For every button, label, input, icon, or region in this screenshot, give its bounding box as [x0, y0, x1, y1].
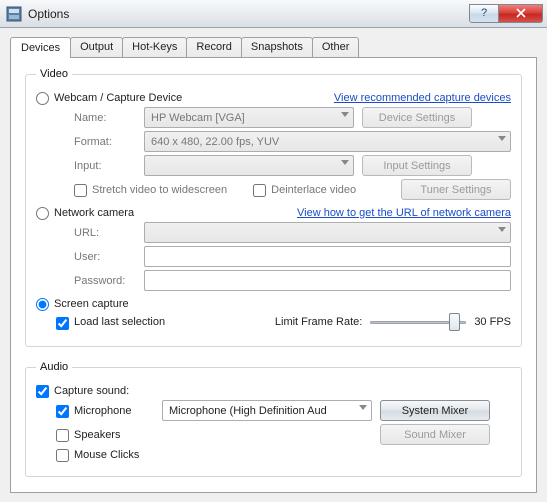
- window-title: Options: [28, 7, 469, 21]
- label-input: Input:: [74, 160, 144, 172]
- cb-stretch-label: Stretch video to widescreen: [92, 184, 227, 196]
- radio-network-camera-label: Network camera: [54, 207, 134, 219]
- group-video-legend: Video: [36, 68, 72, 80]
- cb-capture-sound-label: Capture sound:: [54, 385, 129, 397]
- chevron-down-icon: [341, 112, 349, 117]
- cb-speakers-label: Speakers: [74, 429, 162, 441]
- combo-format[interactable]: 640 x 480, 22.00 fps, YUV: [144, 131, 511, 152]
- label-limit-frame-rate: Limit Frame Rate:: [275, 316, 362, 328]
- client-area: Devices Output Hot-Keys Record Snapshots…: [0, 28, 547, 502]
- cb-microphone[interactable]: [56, 405, 69, 418]
- tab-record[interactable]: Record: [186, 37, 241, 58]
- fps-value: 30 FPS: [474, 316, 511, 328]
- radio-webcam-label: Webcam / Capture Device: [54, 92, 182, 104]
- cb-load-last-label: Load last selection: [74, 316, 165, 328]
- tab-devices[interactable]: Devices: [10, 37, 71, 58]
- cb-mouse-clicks-label: Mouse Clicks: [74, 449, 139, 461]
- app-icon: [6, 6, 22, 22]
- btn-sound-mixer[interactable]: Sound Mixer: [380, 424, 490, 445]
- combo-format-value: 640 x 480, 22.00 fps, YUV: [151, 136, 279, 148]
- chevron-down-icon: [341, 160, 349, 165]
- tab-panel-devices: Video Webcam / Capture Device View recom…: [10, 57, 537, 493]
- slider-thumb[interactable]: [449, 313, 460, 331]
- cb-microphone-label: Microphone: [74, 405, 162, 417]
- svg-text:?: ?: [481, 8, 487, 18]
- combo-webcam-name-value: HP Webcam [VGA]: [151, 112, 245, 124]
- chevron-down-icon: [498, 136, 506, 141]
- btn-device-settings[interactable]: Device Settings: [362, 107, 472, 128]
- combo-microphone[interactable]: Microphone (High Definition Aud: [162, 400, 372, 421]
- label-format: Format:: [74, 136, 144, 148]
- cb-speakers[interactable]: [56, 429, 69, 442]
- combo-url[interactable]: [144, 222, 511, 243]
- link-recommended-devices[interactable]: View recommended capture devices: [334, 92, 511, 104]
- btn-tuner-settings[interactable]: Tuner Settings: [401, 179, 511, 200]
- label-name: Name:: [74, 112, 144, 124]
- help-button[interactable]: ?: [469, 4, 499, 23]
- cb-mouse-clicks[interactable]: [56, 449, 69, 462]
- chevron-down-icon: [498, 227, 506, 232]
- label-url: URL:: [74, 227, 144, 239]
- group-audio-legend: Audio: [36, 361, 72, 373]
- cb-stretch[interactable]: [74, 184, 87, 197]
- tab-other[interactable]: Other: [312, 37, 360, 58]
- input-password[interactable]: [144, 270, 511, 291]
- btn-system-mixer[interactable]: System Mixer: [380, 400, 490, 421]
- cb-deinterlace[interactable]: [253, 184, 266, 197]
- group-video: Video Webcam / Capture Device View recom…: [25, 68, 522, 347]
- combo-webcam-name[interactable]: HP Webcam [VGA]: [144, 107, 354, 128]
- label-user: User:: [74, 251, 144, 263]
- tab-snapshots[interactable]: Snapshots: [241, 37, 313, 58]
- tab-output[interactable]: Output: [70, 37, 123, 58]
- radio-screen-capture-label: Screen capture: [54, 298, 129, 310]
- combo-input[interactable]: [144, 155, 354, 176]
- btn-input-settings[interactable]: Input Settings: [362, 155, 472, 176]
- cb-load-last[interactable]: [56, 317, 69, 330]
- input-user[interactable]: [144, 246, 511, 267]
- cb-deinterlace-label: Deinterlace video: [271, 184, 356, 196]
- tabstrip: Devices Output Hot-Keys Record Snapshots…: [10, 37, 537, 58]
- link-network-url-howto[interactable]: View how to get the URL of network camer…: [297, 207, 511, 219]
- titlebar: Options ?: [0, 0, 547, 28]
- chevron-down-icon: [359, 405, 367, 410]
- slider-frame-rate[interactable]: [370, 313, 466, 331]
- cb-capture-sound[interactable]: [36, 385, 49, 398]
- titlebar-buttons: ?: [469, 4, 543, 24]
- combo-microphone-value: Microphone (High Definition Aud: [169, 405, 327, 417]
- close-button[interactable]: [499, 4, 543, 23]
- label-password: Password:: [74, 275, 144, 287]
- radio-webcam[interactable]: [36, 92, 49, 105]
- radio-network-camera[interactable]: [36, 207, 49, 220]
- tab-hot-keys[interactable]: Hot-Keys: [122, 37, 187, 58]
- group-audio: Audio Capture sound: Microphone Micropho…: [25, 361, 522, 477]
- radio-screen-capture[interactable]: [36, 298, 49, 311]
